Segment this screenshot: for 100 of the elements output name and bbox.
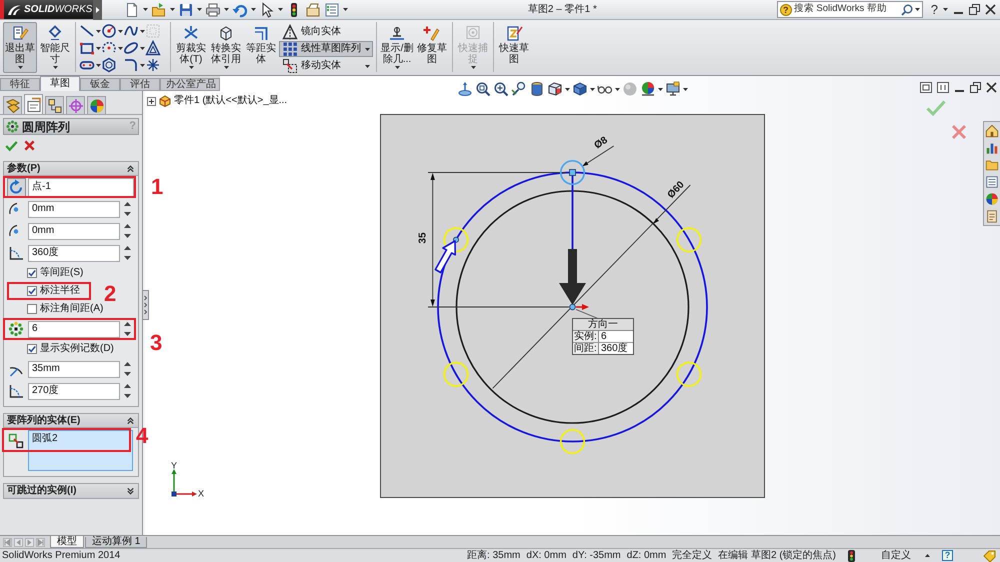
toolbar-button[interactable]: 快速草图 [497, 22, 531, 73]
list-item[interactable]: 圆弧2 [32, 433, 58, 445]
input-field[interactable]: 6 [598, 330, 633, 342]
checkbox[interactable] [27, 304, 37, 314]
units-menu[interactable]: 自定义 [881, 550, 911, 560]
input-field[interactable]: 0mm [28, 200, 120, 218]
chevron-icon[interactable] [126, 486, 135, 496]
checkbox[interactable] [27, 344, 37, 354]
toolbar-button[interactable]: 剪裁实体(T) [174, 22, 208, 73]
expand-icon[interactable] [147, 96, 156, 106]
tool-button[interactable] [123, 40, 145, 56]
tab[interactable] [3, 96, 22, 114]
home-icon[interactable] [985, 124, 999, 138]
clipboard-icon[interactable] [985, 209, 999, 223]
toolbar-button[interactable]: 智能尺寸 [38, 22, 72, 73]
open-folder-icon[interactable] [151, 2, 167, 18]
color-ball-icon[interactable] [640, 81, 656, 97]
part-cube-icon[interactable] [159, 95, 171, 107]
tool-button[interactable] [79, 23, 101, 39]
input-field[interactable]: 35mm [28, 360, 120, 378]
splitter-handle[interactable] [142, 290, 149, 320]
toolbar-button[interactable]: 显示/删除几... [380, 22, 414, 73]
search-field[interactable]: ? 搜索 SolidWorks 帮助 [776, 1, 923, 18]
printer-icon[interactable] [205, 2, 221, 18]
caret-icon[interactable] [658, 88, 663, 90]
cancel-icon[interactable] [24, 140, 35, 151]
spinner[interactable] [124, 246, 131, 260]
ok-check-icon[interactable] [926, 100, 946, 116]
checkbox[interactable] [27, 268, 37, 278]
caret-icon[interactable] [343, 8, 348, 11]
input-field[interactable]: 360度 [598, 342, 633, 354]
caret-icon[interactable] [590, 88, 595, 90]
help-button[interactable]: ? [930, 3, 938, 16]
checkbox[interactable] [27, 286, 37, 296]
spinner[interactable] [124, 224, 131, 238]
close-icon[interactable] [985, 4, 996, 15]
help-button[interactable]: ? [942, 550, 953, 561]
tile-icon[interactable] [920, 82, 932, 93]
selection-list[interactable]: 圆弧2 [28, 430, 133, 471]
restore-icon[interactable] [969, 4, 980, 15]
caret-icon[interactable] [251, 8, 256, 11]
pattern-instance-circle[interactable] [560, 159, 586, 185]
toolbar-button[interactable]: 等距实体 [244, 22, 278, 73]
tool-button[interactable] [123, 57, 145, 73]
point-marker[interactable] [569, 303, 576, 310]
caret-icon[interactable] [914, 8, 920, 11]
open-box-icon[interactable] [305, 2, 321, 18]
tab[interactable] [45, 96, 64, 114]
tab[interactable]: 评估 [120, 78, 160, 91]
magnifier-icon[interactable] [511, 81, 527, 97]
tool-button[interactable] [101, 23, 123, 39]
input-field[interactable]: 0mm [28, 222, 120, 240]
flyout-arrow-icon[interactable] [93, 0, 102, 20]
search-icon[interactable] [900, 4, 913, 16]
toolbar-button[interactable]: 镜向实体 [279, 24, 373, 40]
chevron-icon[interactable] [126, 164, 135, 173]
spinner[interactable] [124, 362, 131, 376]
caret-icon[interactable] [565, 88, 570, 90]
tile-icon[interactable] [937, 82, 949, 93]
input-field[interactable]: 点-1 [28, 178, 134, 196]
spinner[interactable] [124, 322, 131, 336]
chevron-icon[interactable] [126, 416, 135, 425]
bar-chart-icon[interactable] [985, 141, 999, 155]
tab[interactable]: 模型 [50, 536, 84, 548]
drag-handle-arrow[interactable] [434, 240, 456, 273]
list-icon[interactable] [985, 175, 999, 189]
close-icon[interactable] [986, 82, 997, 93]
color-wheel-icon[interactable] [985, 192, 999, 206]
dimension-text[interactable]: Ø8 [592, 134, 610, 151]
caret-icon[interactable] [278, 8, 283, 11]
dimension-text[interactable]: 35 [418, 232, 429, 244]
input-field[interactable]: 6 [28, 320, 120, 338]
spinner[interactable] [124, 202, 131, 216]
caret-icon[interactable] [615, 88, 620, 90]
tab[interactable] [24, 94, 43, 114]
toolbar-button[interactable]: 移动实体 [279, 58, 373, 74]
checklist-icon[interactable] [324, 2, 340, 18]
caret-icon[interactable] [943, 8, 948, 11]
spinner[interactable] [124, 384, 131, 398]
shaded-cube-icon[interactable] [572, 81, 588, 97]
ok-check-icon[interactable] [5, 140, 18, 152]
toolbar-button[interactable]: 修复草图 [415, 22, 449, 73]
tab[interactable] [87, 96, 106, 114]
caret-icon[interactable] [170, 8, 175, 11]
caret-icon[interactable] [143, 8, 148, 11]
monitor-icon[interactable] [665, 81, 681, 97]
axis-arrow-icon[interactable] [457, 81, 473, 97]
toolbar-button[interactable]: 转换实体引用 [209, 22, 243, 73]
traffic-light-icon[interactable] [848, 550, 855, 562]
input-field[interactable]: 270度 [28, 382, 120, 400]
tab[interactable]: 特征 [0, 78, 40, 91]
tag-icon[interactable] [983, 550, 996, 562]
zoom-in-icon[interactable] [493, 81, 509, 97]
cylinder-icon[interactable] [529, 81, 545, 97]
caret-icon[interactable] [197, 8, 202, 11]
tab[interactable]: 办公室产品 [160, 78, 220, 91]
new-document-icon[interactable] [124, 2, 140, 18]
point-marker[interactable] [569, 168, 576, 176]
tree-item-label[interactable]: 零件1 (默认<<默认>_显... [174, 96, 288, 106]
tab[interactable]: 草图 [40, 76, 80, 91]
